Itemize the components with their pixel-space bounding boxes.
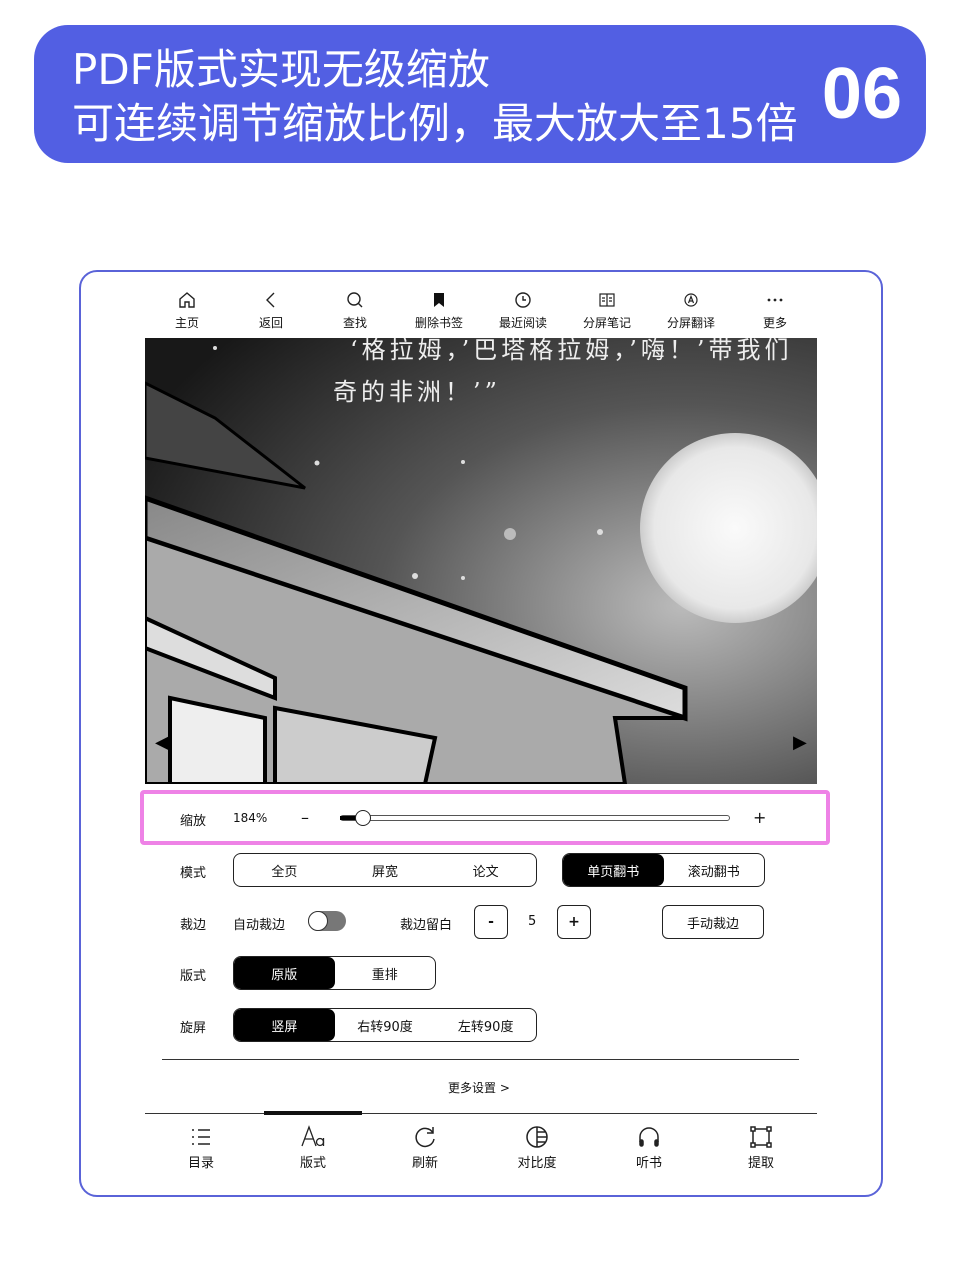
toolbar-label: 分屏笔记	[582, 316, 631, 330]
layout-segment: 原版 重排	[233, 956, 436, 990]
layout-option-reflow[interactable]: 重排	[335, 957, 436, 989]
layout-label: 版式	[180, 969, 207, 984]
zoom-out-button[interactable]: –	[301, 808, 309, 827]
toolbar-label: 更多	[762, 316, 787, 330]
extract-icon	[750, 1126, 772, 1148]
flip-option-scroll[interactable]: 滚动翻书	[664, 854, 765, 886]
rotate-label: 旋屏	[180, 1021, 207, 1036]
toolbar-label: 分屏翻译	[666, 316, 715, 330]
toolbar-back[interactable]: 返回	[229, 290, 313, 338]
next-page-arrow[interactable]: ▶	[793, 732, 807, 753]
page-text-line: 奇的非洲！’”	[333, 378, 501, 406]
toolbar-label: 返回	[258, 316, 283, 330]
flip-option-single-page[interactable]: 单页翻书	[563, 854, 664, 886]
mode-option-paper[interactable]: 论文	[435, 854, 536, 886]
bottom-label: 提取	[747, 1156, 774, 1171]
crop-margin-value: 5	[528, 914, 537, 929]
toolbar-split-translate[interactable]: 分屏翻译	[649, 290, 733, 338]
toolbar-delete-bookmark[interactable]: 删除书签	[397, 290, 481, 338]
toolbar-search[interactable]: 查找	[313, 290, 397, 338]
search-icon	[347, 292, 363, 308]
banner-title: PDF版式实现无级缩放	[72, 45, 490, 94]
banner-subtitle: 可连续调节缩放比例，最大放大至15倍	[72, 99, 798, 148]
bottom-label: 刷新	[411, 1156, 438, 1171]
bookmark-icon	[434, 293, 444, 307]
toolbar-more[interactable]: 更多	[733, 290, 817, 338]
bottom-label: 版式	[299, 1156, 326, 1171]
more-settings-link[interactable]: 更多设置 >	[448, 1079, 510, 1096]
font-icon	[301, 1125, 325, 1147]
top-toolbar: 主页 返回 查找 删除书签 最近阅读 分屏笔记 分屏翻译 更多	[145, 290, 817, 338]
split-notes-icon	[599, 293, 615, 307]
feature-banner: PDF版式实现无级缩放 可连续调节缩放比例，最大放大至15倍 06	[34, 25, 926, 163]
pdf-page-view[interactable]: ‘格拉姆，’巴塔格拉姆，’嗨！’带我们 奇的非洲！’”	[145, 338, 817, 784]
auto-crop-label: 自动裁边	[233, 918, 286, 933]
banner-number: 06	[821, 54, 902, 134]
toolbar-label: 删除书签	[414, 316, 463, 330]
zoom-slider[interactable]	[340, 815, 730, 821]
toolbar-recent[interactable]: 最近阅读	[481, 290, 565, 338]
layout-option-original[interactable]: 原版	[234, 957, 335, 989]
bottom-extract[interactable]: 提取	[705, 1114, 817, 1183]
zoom-in-button[interactable]: +	[753, 808, 766, 827]
bottom-refresh[interactable]: 刷新	[369, 1114, 481, 1183]
rotate-option-left-90[interactable]: 左转90度	[435, 1009, 536, 1041]
bottom-label: 目录	[187, 1156, 214, 1171]
flip-mode-segment: 单页翻书 滚动翻书	[562, 853, 765, 887]
bottom-toolbar: 目录 版式 刷新 对比度 听书 提取	[145, 1111, 817, 1183]
mode-label: 模式	[180, 866, 207, 881]
bottom-toc[interactable]: 目录	[145, 1114, 257, 1183]
mode-option-full-page[interactable]: 全页	[234, 854, 335, 886]
headphones-icon	[639, 1127, 659, 1147]
rotate-option-portrait[interactable]: 竖屏	[234, 1009, 335, 1041]
toolbar-split-notes[interactable]: 分屏笔记	[565, 290, 649, 338]
toolbar-label: 最近阅读	[498, 316, 547, 330]
contrast-icon	[526, 1126, 548, 1148]
back-icon	[266, 292, 275, 308]
bottom-label: 听书	[635, 1156, 662, 1171]
bottom-contrast[interactable]: 对比度	[481, 1114, 593, 1183]
rotate-option-right-90[interactable]: 右转90度	[335, 1009, 436, 1041]
toolbar-label: 主页	[174, 316, 199, 330]
prev-page-arrow[interactable]: ◀	[155, 732, 169, 753]
zoom-label: 缩放	[180, 814, 207, 829]
crop-margin-decrease-button[interactable]: -	[474, 905, 508, 939]
translate-icon	[684, 293, 698, 307]
rotate-segment: 竖屏 右转90度 左转90度	[233, 1008, 537, 1042]
crop-margin-increase-button[interactable]: +	[557, 905, 591, 939]
zoom-value: 184%	[233, 811, 268, 825]
mode-segment: 全页 屏宽 论文	[233, 853, 537, 887]
toc-icon	[192, 1129, 210, 1145]
crop-label: 裁边	[180, 918, 207, 933]
zoom-slider-thumb[interactable]	[355, 810, 371, 826]
clock-icon	[515, 292, 531, 308]
mode-option-fit-width[interactable]: 屏宽	[335, 854, 436, 886]
more-icon	[767, 298, 783, 302]
toolbar-label: 查找	[342, 316, 367, 330]
manual-crop-button[interactable]: 手动裁边	[662, 905, 764, 939]
divider	[162, 1059, 799, 1060]
bottom-listen[interactable]: 听书	[593, 1114, 705, 1183]
auto-crop-toggle[interactable]	[308, 911, 346, 931]
crop-margin-label: 裁边留白	[400, 918, 453, 933]
page-text-line: ‘格拉姆，’巴塔格拉姆，’嗨！’带我们	[350, 338, 793, 364]
toolbar-home[interactable]: 主页	[145, 290, 229, 338]
bottom-layout[interactable]: 版式	[257, 1111, 369, 1183]
bottom-label: 对比度	[517, 1156, 557, 1171]
home-icon	[179, 292, 195, 308]
refresh-icon	[415, 1127, 435, 1148]
